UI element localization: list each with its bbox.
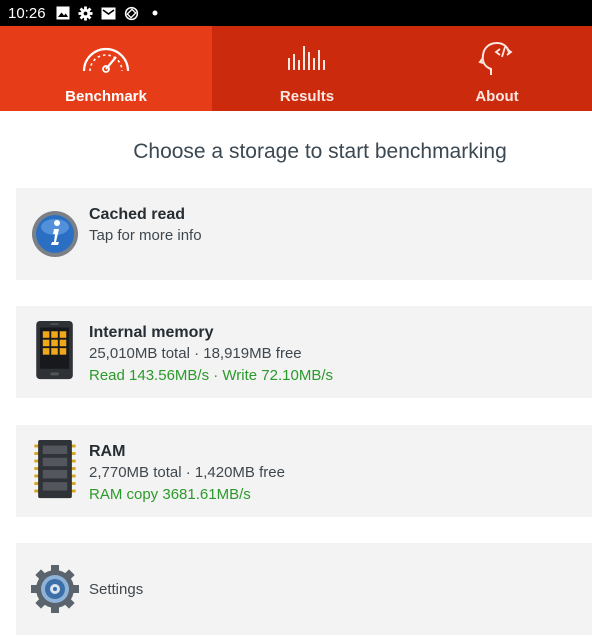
- tab-results[interactable]: Results: [212, 26, 402, 111]
- ram-chip-icon: [34, 439, 76, 499]
- tab-label: About: [475, 88, 519, 105]
- dot-icon: [146, 5, 164, 21]
- item-capacity: 2,770MB total · 1,420MB free: [89, 464, 285, 481]
- storage-item-cached-read[interactable]: Cached read Tap for more info: [16, 188, 592, 280]
- rotate-icon: [123, 5, 141, 21]
- storage-item-internal-memory[interactable]: Internal memory 25,010MB total · 18,919M…: [16, 306, 592, 398]
- storage-item-ram[interactable]: RAM 2,770MB total · 1,420MB free RAM cop…: [16, 425, 592, 517]
- tab-about[interactable]: About: [402, 26, 592, 111]
- item-speed: RAM copy 3681.61MB/s: [89, 486, 251, 503]
- status-bar: 10:26: [0, 0, 592, 26]
- status-time: 10:26: [8, 4, 46, 22]
- item-title: Settings: [89, 581, 144, 598]
- head-code-icon: [478, 41, 513, 75]
- settings-gear-icon: [31, 565, 79, 613]
- tab-label: Benchmark: [65, 88, 147, 105]
- tab-benchmark[interactable]: Benchmark: [0, 26, 212, 111]
- item-capacity: 25,010MB total · 18,919MB free: [89, 345, 302, 362]
- speedometer-icon: [82, 47, 130, 73]
- item-title: Internal memory: [89, 324, 214, 341]
- item-speed: Read 143.56MB/s · Write 72.10MB/s: [89, 367, 333, 384]
- page-title: Choose a storage to start benchmarking: [133, 140, 507, 163]
- bars-icon: [288, 46, 325, 70]
- item-subtitle: Tap for more info: [89, 227, 202, 244]
- info-icon: [32, 211, 78, 257]
- mail-icon: [100, 5, 118, 21]
- phone-memory-icon: [36, 320, 73, 380]
- gear-icon: [77, 5, 95, 21]
- item-title: RAM: [89, 443, 126, 460]
- item-title: Cached read: [89, 206, 186, 223]
- image-icon: [54, 5, 72, 21]
- tab-bar: Benchmark Results About: [0, 26, 592, 111]
- tab-label: Results: [279, 88, 335, 105]
- settings-item[interactable]: Settings: [16, 543, 592, 635]
